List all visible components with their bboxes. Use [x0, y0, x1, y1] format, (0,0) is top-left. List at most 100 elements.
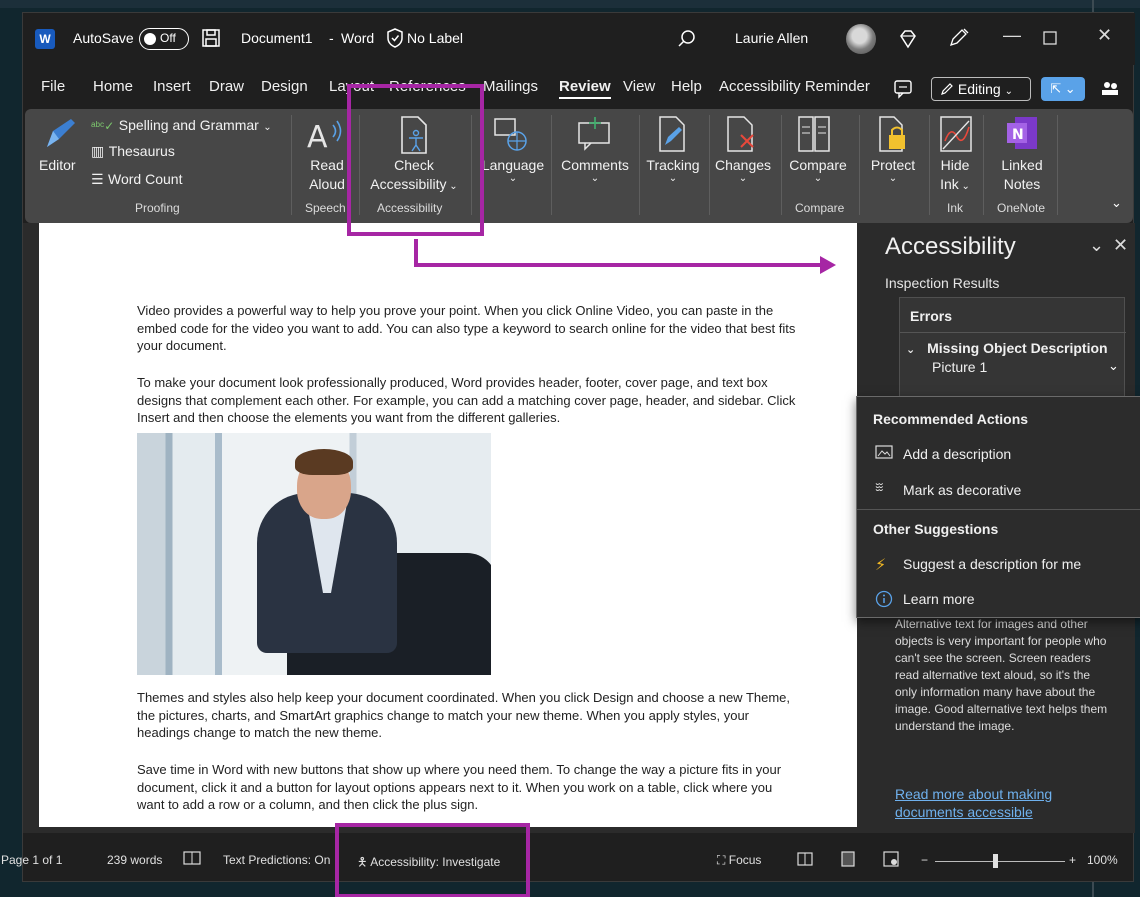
paragraph: Themes and styles also help keep your do… — [137, 690, 791, 740]
thesaurus-button[interactable]: ▥ Thesaurus — [91, 143, 175, 161]
pane-options-chevron-icon[interactable]: ⌄ — [1089, 235, 1104, 256]
print-layout-icon[interactable] — [841, 851, 855, 867]
errors-heading: Errors — [910, 308, 953, 324]
menu-review[interactable]: Review — [559, 78, 611, 99]
chevron-down-icon: ⌄ — [738, 173, 748, 184]
zoom-in-button[interactable]: + — [1069, 853, 1076, 867]
search-icon[interactable] — [677, 29, 697, 49]
divider — [857, 509, 1140, 510]
zoom-level[interactable]: 100% — [1087, 853, 1118, 867]
autosave-label: AutoSave — [73, 30, 134, 46]
share-button[interactable]: ⇱ ⌄ — [1041, 77, 1085, 101]
changes-label: Changes — [714, 157, 772, 173]
user-name[interactable]: Laurie Allen — [735, 30, 808, 46]
menu-design[interactable]: Design — [261, 78, 308, 95]
learn-more-label: Learn more — [903, 591, 975, 607]
pen-icon[interactable] — [947, 27, 969, 49]
chevron-down-icon: ⌄ — [590, 173, 600, 184]
ribbon-separator — [709, 115, 710, 215]
focus-button[interactable]: ⛶ Focus — [717, 853, 761, 868]
editor-button[interactable]: Editor — [39, 157, 76, 173]
maximize-icon[interactable] — [1043, 31, 1057, 45]
status-bar: Page 1 of 1 239 words Text Predictions: … — [1, 845, 1135, 875]
changes-button[interactable]: Changes ⌄ — [713, 157, 773, 184]
compare-label: Compare — [789, 157, 847, 173]
language-button[interactable]: Language ⌄ — [481, 157, 545, 184]
chevron-down-icon: ⌄ — [668, 173, 678, 184]
picture-1-item[interactable]: Picture 1 — [932, 359, 987, 375]
autosave-toggle[interactable]: Off — [139, 28, 189, 50]
mark-decorative-item[interactable]: ꖿ Mark as decorative — [857, 475, 1140, 505]
menu-home[interactable]: Home — [93, 78, 133, 95]
title-bar: W AutoSave Off Document1 - Word No Label… — [23, 13, 1135, 65]
suggest-description-item[interactable]: ⚡ Suggest a description for me — [857, 549, 1140, 579]
chevron-down-icon[interactable]: ⌄ — [1108, 358, 1119, 374]
coauthor-icon[interactable] — [1101, 79, 1119, 97]
tracking-button[interactable]: Tracking ⌄ — [643, 157, 703, 184]
app-name: Word — [341, 30, 375, 46]
user-avatar[interactable] — [846, 24, 876, 54]
group-proofing: Proofing — [135, 201, 180, 215]
read-label: Read — [310, 157, 344, 173]
menu-draw[interactable]: Draw — [209, 78, 244, 95]
other-suggestions-heading: Other Suggestions — [873, 521, 999, 537]
protect-label: Protect — [870, 157, 916, 173]
word-count-button[interactable]: ☰ Word Count — [91, 171, 182, 189]
page-count[interactable]: Page 1 of 1 — [1, 853, 62, 867]
missing-object-description-item[interactable]: ⌄ Missing Object Description — [906, 340, 1108, 356]
add-description-item[interactable]: Add a description — [857, 439, 1140, 469]
comment-icon[interactable] — [893, 79, 913, 99]
save-icon[interactable] — [201, 28, 221, 48]
lightning-icon: ⚡ — [875, 557, 887, 574]
zoom-out-button[interactable]: − — [921, 853, 928, 867]
word-count[interactable]: 239 words — [107, 853, 162, 867]
menu-help[interactable]: Help — [671, 78, 702, 95]
diamond-icon[interactable] — [897, 28, 919, 50]
text-predictions-status[interactable]: Text Predictions: On — [223, 853, 330, 867]
spelling-grammar-button[interactable]: ᵃᵇᶜ✓ Spelling and Grammar ⌄ — [91, 117, 272, 135]
chevron-down-icon: ⌄ — [813, 173, 823, 184]
ribbon-separator — [1057, 115, 1058, 215]
chevron-down-icon: ⌄ — [888, 173, 898, 184]
menu-accessibility-reminder[interactable]: Accessibility Reminder — [719, 78, 870, 95]
learn-more-item[interactable]: Learn more — [857, 585, 1140, 613]
read-mode-icon[interactable] — [797, 852, 813, 866]
menu-mailings[interactable]: Mailings — [483, 78, 538, 95]
hide-ink-button[interactable]: Hide Ink ⌄ — [933, 157, 977, 192]
info-icon — [875, 590, 893, 608]
proofing-book-icon[interactable] — [183, 851, 201, 867]
web-layout-icon[interactable] — [883, 851, 899, 867]
hide-label: Hide — [940, 157, 970, 173]
compare-button[interactable]: Compare ⌄ — [785, 157, 851, 184]
editing-mode-button[interactable]: Editing ⌄ — [931, 77, 1031, 101]
read-more-link[interactable]: Read more about making documents accessi… — [895, 785, 1115, 821]
ribbon-expand-chevron-icon[interactable]: ⌄ — [1111, 195, 1122, 211]
protect-button[interactable]: Protect ⌄ — [863, 157, 923, 184]
document-picture[interactable] — [137, 433, 491, 675]
linked-label: Linked — [1001, 157, 1043, 173]
sensitivity-label[interactable]: No Label — [407, 30, 463, 46]
menu-file[interactable]: File — [41, 78, 65, 95]
document-page[interactable]: Video provides a powerful way to help yo… — [39, 223, 857, 827]
group-speech: Speech — [305, 201, 346, 215]
help-text: Alternative text for images and other ob… — [895, 617, 1108, 733]
inspection-results-label: Inspection Results — [885, 275, 1000, 291]
menu-view[interactable]: View — [623, 78, 655, 95]
linked-notes-button[interactable]: Linked Notes — [993, 157, 1051, 192]
zoom-slider-track[interactable] — [935, 861, 1065, 862]
read-aloud-button[interactable]: Read Aloud — [307, 157, 347, 192]
comments-button[interactable]: Comments ⌄ — [557, 157, 633, 184]
editor-pen-icon — [47, 119, 75, 147]
chevron-down-icon: ⌄ — [958, 181, 970, 192]
zoom-slider-thumb[interactable] — [993, 854, 998, 868]
onenote-icon: N — [1007, 117, 1037, 149]
ribbon-separator — [929, 115, 930, 215]
minimize-icon[interactable]: — — [1003, 25, 1021, 46]
menu-insert[interactable]: Insert — [153, 78, 191, 95]
focus-label: Focus — [728, 853, 762, 867]
picture-hair — [295, 449, 353, 475]
close-icon[interactable]: ✕ — [1097, 25, 1112, 46]
compare-icon — [798, 116, 830, 152]
language-globe-icon — [494, 118, 527, 151]
pane-close-icon[interactable]: ✕ — [1113, 235, 1128, 256]
